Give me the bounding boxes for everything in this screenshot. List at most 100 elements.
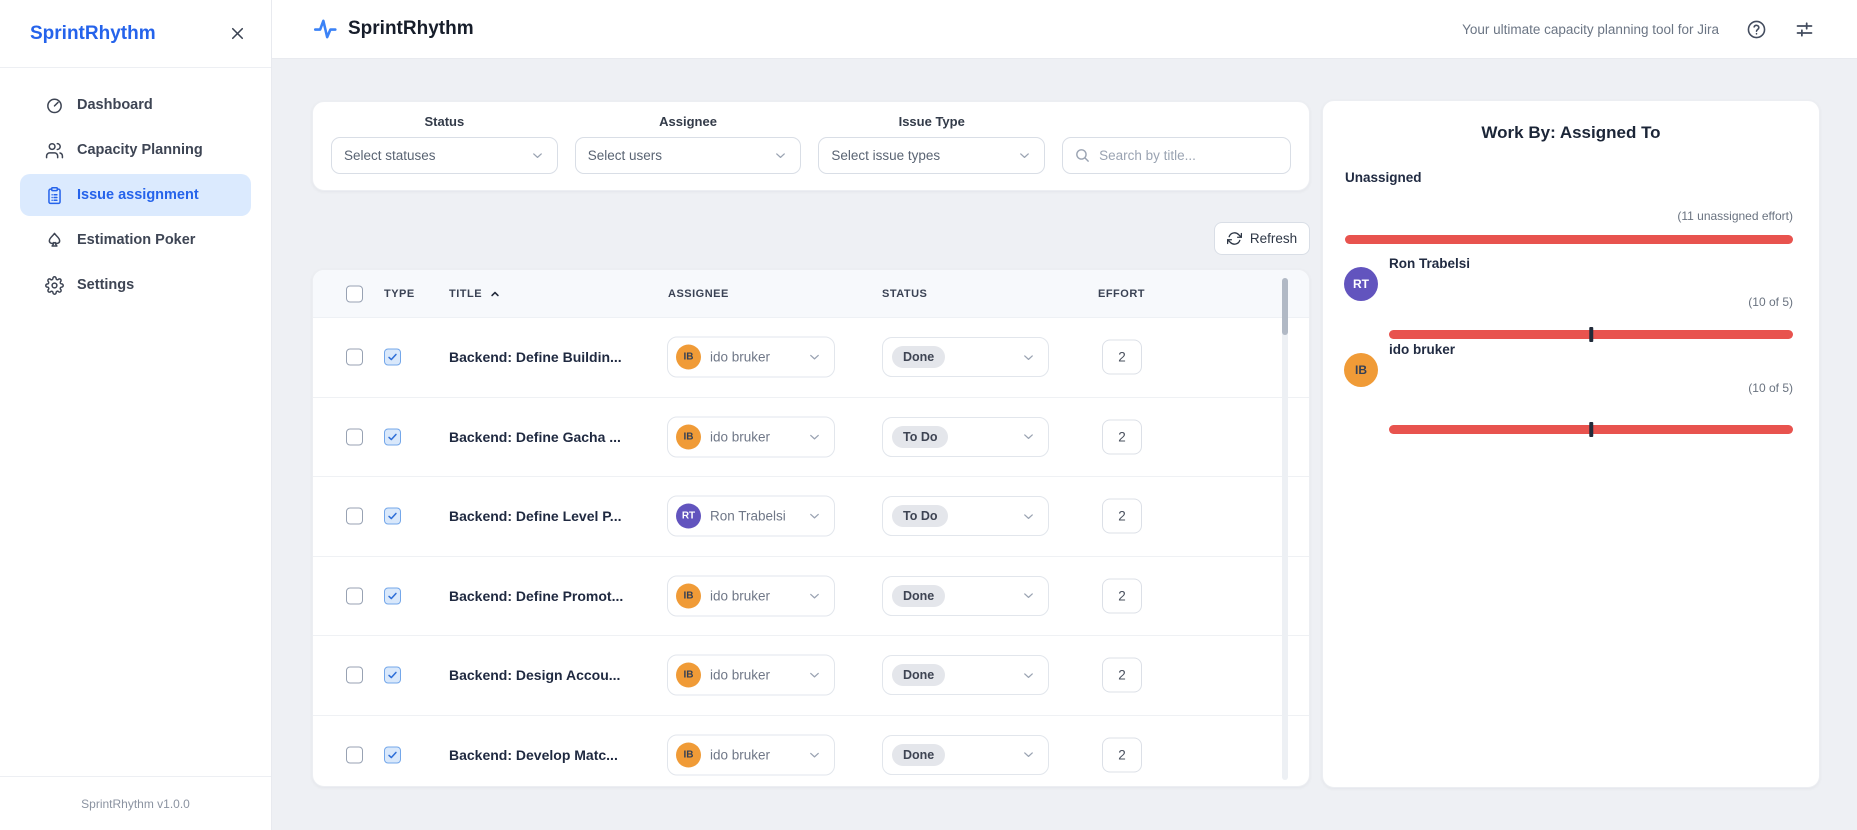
spade-icon xyxy=(45,231,64,250)
app-title: SprintRhythm xyxy=(348,18,474,39)
column-header-effort: EFFORT xyxy=(1098,287,1145,300)
gauge-icon xyxy=(45,96,64,115)
issue-title: Backend: Design Accou... xyxy=(449,667,621,684)
assignee-name: ido bruker xyxy=(710,667,771,683)
row-checkbox[interactable] xyxy=(346,746,363,764)
assignee-dropdown[interactable]: IB ido bruker xyxy=(667,654,835,696)
assignee-dropdown[interactable]: IB ido bruker xyxy=(667,416,835,458)
chevron-down-icon xyxy=(807,509,822,524)
search-icon xyxy=(1074,147,1091,164)
capacity-limit-tick xyxy=(1589,327,1593,342)
work-by-panel: Work By: Assigned To Unassigned (11 unas… xyxy=(1322,100,1820,788)
avatar: IB xyxy=(676,344,701,370)
status-dropdown[interactable]: To Do xyxy=(882,416,1049,457)
effort-input[interactable] xyxy=(1102,339,1142,375)
assignee-name: ido bruker xyxy=(710,429,771,445)
status-badge: To Do xyxy=(892,425,949,448)
effort-input[interactable] xyxy=(1102,657,1142,693)
column-header-type: TYPE xyxy=(384,287,415,300)
status-badge: Done xyxy=(892,664,946,687)
status-dropdown[interactable]: To Do xyxy=(882,496,1049,537)
avatar: RT xyxy=(1344,267,1378,301)
table-scrollbar-thumb[interactable] xyxy=(1282,278,1288,335)
table-scrollbar-track[interactable] xyxy=(1282,278,1288,780)
sidebar-nav: Dashboard Capacity Planning Issue assign… xyxy=(0,84,271,306)
assignee-name: Ron Trabelsi xyxy=(710,508,786,524)
status-dropdown[interactable]: Done xyxy=(882,575,1049,616)
sidebar: SprintRhythm Dashboard Capacity Planning… xyxy=(0,0,272,830)
sort-ascending-icon xyxy=(488,287,502,301)
preferences-sliders-button[interactable] xyxy=(1794,19,1815,40)
row-checkbox[interactable] xyxy=(346,587,363,605)
refresh-button[interactable]: Refresh xyxy=(1214,222,1310,255)
issue-type-filter-select[interactable]: Select issue types xyxy=(818,137,1046,174)
chevron-down-icon xyxy=(1021,350,1036,365)
search-input[interactable] xyxy=(1099,148,1279,163)
sidebar-item-capacity-planning[interactable]: Capacity Planning xyxy=(20,129,251,171)
sidebar-item-dashboard[interactable]: Dashboard xyxy=(20,84,251,126)
row-checkbox[interactable] xyxy=(346,348,363,366)
effort-input[interactable] xyxy=(1102,419,1142,455)
select-all-checkbox[interactable] xyxy=(346,285,363,302)
avatar: IB xyxy=(676,424,701,450)
row-checkbox[interactable] xyxy=(346,666,363,684)
column-header-title[interactable]: TITLE xyxy=(449,287,502,301)
effort-input[interactable] xyxy=(1102,578,1142,614)
table-header-row: TYPE TITLE ASSIGNEE STATUS EFFORT xyxy=(313,270,1309,318)
status-filter-label: Status xyxy=(424,114,465,129)
status-dropdown[interactable]: Done xyxy=(882,734,1049,775)
chevron-down-icon xyxy=(773,148,788,163)
work-by-title: Work By: Assigned To xyxy=(1481,123,1661,142)
issue-title: Backend: Develop Matc... xyxy=(449,746,618,763)
main-content: Status Select statuses Assignee Select u… xyxy=(272,59,1857,830)
column-header-title-label: TITLE xyxy=(449,287,483,300)
capacity-bar xyxy=(1345,235,1793,244)
table-row: Backend: Define Level P... RT Ron Trabel… xyxy=(313,477,1309,557)
row-checkbox[interactable] xyxy=(346,428,363,446)
title-search-box xyxy=(1062,137,1291,174)
issue-title: Backend: Define Buildin... xyxy=(449,349,622,366)
app-brand: SprintRhythm xyxy=(312,16,474,42)
table-row: Backend: Define Promot... IB ido bruker … xyxy=(313,557,1309,636)
close-icon[interactable] xyxy=(228,24,247,43)
sidebar-item-label: Settings xyxy=(77,277,135,293)
status-filter-select[interactable]: Select statuses xyxy=(331,137,558,174)
app-tagline: Your ultimate capacity planning tool for… xyxy=(1462,21,1719,37)
capacity-caption: (11 unassigned effort) xyxy=(1677,209,1793,223)
issue-title: Backend: Define Level P... xyxy=(449,508,622,525)
status-dropdown[interactable]: Done xyxy=(882,655,1049,696)
effort-input[interactable] xyxy=(1102,498,1142,534)
refresh-icon xyxy=(1226,231,1242,246)
table-row: Backend: Define Buildin... IB ido bruker… xyxy=(313,318,1309,398)
task-type-icon xyxy=(384,507,401,525)
assignee-dropdown[interactable]: IB ido bruker xyxy=(667,734,835,776)
sidebar-item-issue-assignment[interactable]: Issue assignment xyxy=(20,174,251,216)
task-type-icon xyxy=(384,348,401,366)
assignee-name: ido bruker xyxy=(710,349,771,365)
sidebar-item-settings[interactable]: Settings xyxy=(20,264,251,306)
issue-title: Backend: Define Promot... xyxy=(449,587,624,604)
task-type-icon xyxy=(384,666,401,684)
assignee-filter-label: Assignee xyxy=(659,114,717,129)
status-badge: Done xyxy=(892,743,946,766)
help-button[interactable] xyxy=(1746,19,1767,40)
sidebar-item-estimation-poker[interactable]: Estimation Poker xyxy=(20,219,251,261)
status-badge: Done xyxy=(892,584,946,607)
assignee-dropdown[interactable]: IB ido bruker xyxy=(667,336,835,378)
effort-input[interactable] xyxy=(1102,737,1142,773)
assignee-filter-select[interactable]: Select users xyxy=(574,137,802,174)
sidebar-title: SprintRhythm xyxy=(30,22,156,44)
capacity-bar xyxy=(1389,422,1793,437)
assignee-dropdown[interactable]: RT Ron Trabelsi xyxy=(667,495,835,537)
capacity-caption: (10 of 5) xyxy=(1748,295,1793,309)
chevron-down-icon xyxy=(1021,588,1036,603)
sidebar-version-footer: SprintRhythm v1.0.0 xyxy=(0,776,271,830)
table-row: Backend: Design Accou... IB ido bruker D… xyxy=(313,636,1309,716)
status-dropdown[interactable]: Done xyxy=(882,337,1049,378)
chevron-down-icon xyxy=(807,588,822,603)
assignee-dropdown[interactable]: IB ido bruker xyxy=(667,575,835,617)
chevron-down-icon xyxy=(807,429,822,444)
filters-card: Status Select statuses Assignee Select u… xyxy=(312,101,1310,191)
row-checkbox[interactable] xyxy=(346,507,363,525)
assignee-name: ido bruker xyxy=(710,747,771,763)
